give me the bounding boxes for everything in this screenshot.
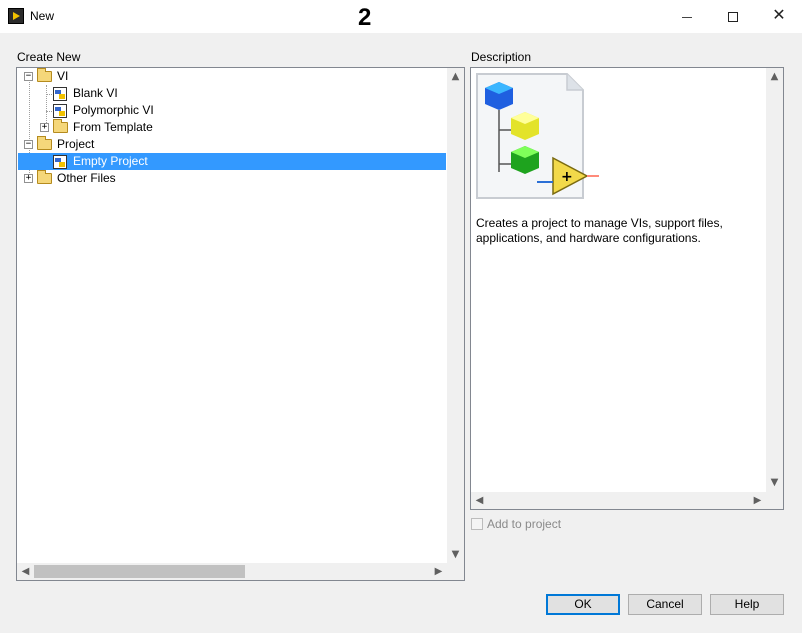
tree-item-label: From Template: [73, 120, 153, 134]
scroll-left-icon[interactable]: ◀: [471, 492, 488, 509]
minimize-icon: [682, 16, 692, 18]
tree-item-label: Blank VI: [73, 86, 118, 100]
vi-icon: [53, 104, 67, 118]
labview-app-icon: [8, 8, 24, 24]
description-horizontal-scrollbar[interactable]: ◀ ▶: [471, 492, 783, 509]
cancel-button[interactable]: Cancel: [628, 594, 702, 615]
tree-item-label: Empty Project: [73, 154, 148, 168]
create-new-label: Create New: [17, 50, 81, 64]
ok-button[interactable]: OK: [546, 594, 620, 615]
step-annotation: 2: [358, 4, 372, 31]
create-new-tree[interactable]: − VI Blank VI Polymorphic VI + From Temp…: [16, 67, 465, 581]
project-icon: [53, 155, 67, 169]
tree-item-polymorphic-vi[interactable]: Polymorphic VI: [18, 102, 463, 119]
tree-item-label: Other Files: [57, 171, 116, 185]
scroll-up-icon[interactable]: ▲: [766, 68, 783, 85]
tree-item-label: VI: [57, 69, 69, 83]
description-text: Creates a project to manage VIs, support…: [476, 216, 723, 245]
vi-icon: [53, 87, 67, 101]
close-button[interactable]: ✕: [756, 0, 802, 32]
description-vertical-scrollbar[interactable]: ▲ ▼: [766, 68, 783, 492]
folder-icon: [53, 119, 68, 133]
add-to-project-label: Add to project: [487, 517, 562, 531]
scroll-up-icon[interactable]: ▲: [447, 68, 464, 85]
project-illustration-icon: +: [476, 73, 599, 199]
help-button[interactable]: Help: [710, 594, 784, 615]
scroll-right-icon[interactable]: ▶: [430, 563, 447, 580]
scroll-right-icon[interactable]: ▶: [749, 492, 766, 509]
close-icon: ✕: [772, 7, 786, 24]
folder-open-icon: [37, 136, 52, 150]
expand-icon[interactable]: +: [40, 123, 49, 132]
tree-item-project[interactable]: − Project: [18, 136, 463, 153]
minimize-button[interactable]: [664, 0, 710, 32]
tree-item-empty-project[interactable]: Empty Project: [18, 153, 446, 170]
collapse-icon[interactable]: −: [24, 140, 33, 149]
tree-horizontal-scrollbar[interactable]: ◀ ▶: [17, 563, 464, 580]
scroll-down-icon[interactable]: ▼: [447, 546, 464, 563]
tree-item-from-template[interactable]: + From Template: [18, 119, 463, 136]
description-label: Description: [471, 50, 532, 64]
folder-open-icon: [37, 68, 52, 82]
tree-item-label: Project: [57, 137, 95, 151]
tree-item-vi[interactable]: − VI: [18, 68, 463, 85]
folder-icon: [37, 170, 52, 184]
scroll-down-icon[interactable]: ▼: [766, 474, 783, 491]
maximize-button[interactable]: [710, 0, 756, 32]
add-to-project-checkbox[interactable]: [471, 518, 483, 530]
window-title: New: [30, 9, 55, 23]
scroll-left-icon[interactable]: ◀: [17, 563, 34, 580]
maximize-icon: [728, 12, 738, 23]
tree-item-label: Polymorphic VI: [73, 103, 154, 117]
description-panel: + Creates a project to manage VIs, suppo…: [470, 67, 784, 510]
title-bar: New 2 ✕: [0, 0, 802, 33]
scroll-thumb[interactable]: [34, 565, 245, 578]
svg-text:+: +: [561, 169, 573, 185]
tree-vertical-scrollbar[interactable]: ▲ ▼: [447, 68, 464, 563]
tree-item-blank-vi[interactable]: Blank VI: [18, 85, 463, 102]
tree-item-other-files[interactable]: + Other Files: [18, 170, 463, 187]
expand-icon[interactable]: +: [24, 174, 33, 183]
collapse-icon[interactable]: −: [24, 72, 33, 81]
